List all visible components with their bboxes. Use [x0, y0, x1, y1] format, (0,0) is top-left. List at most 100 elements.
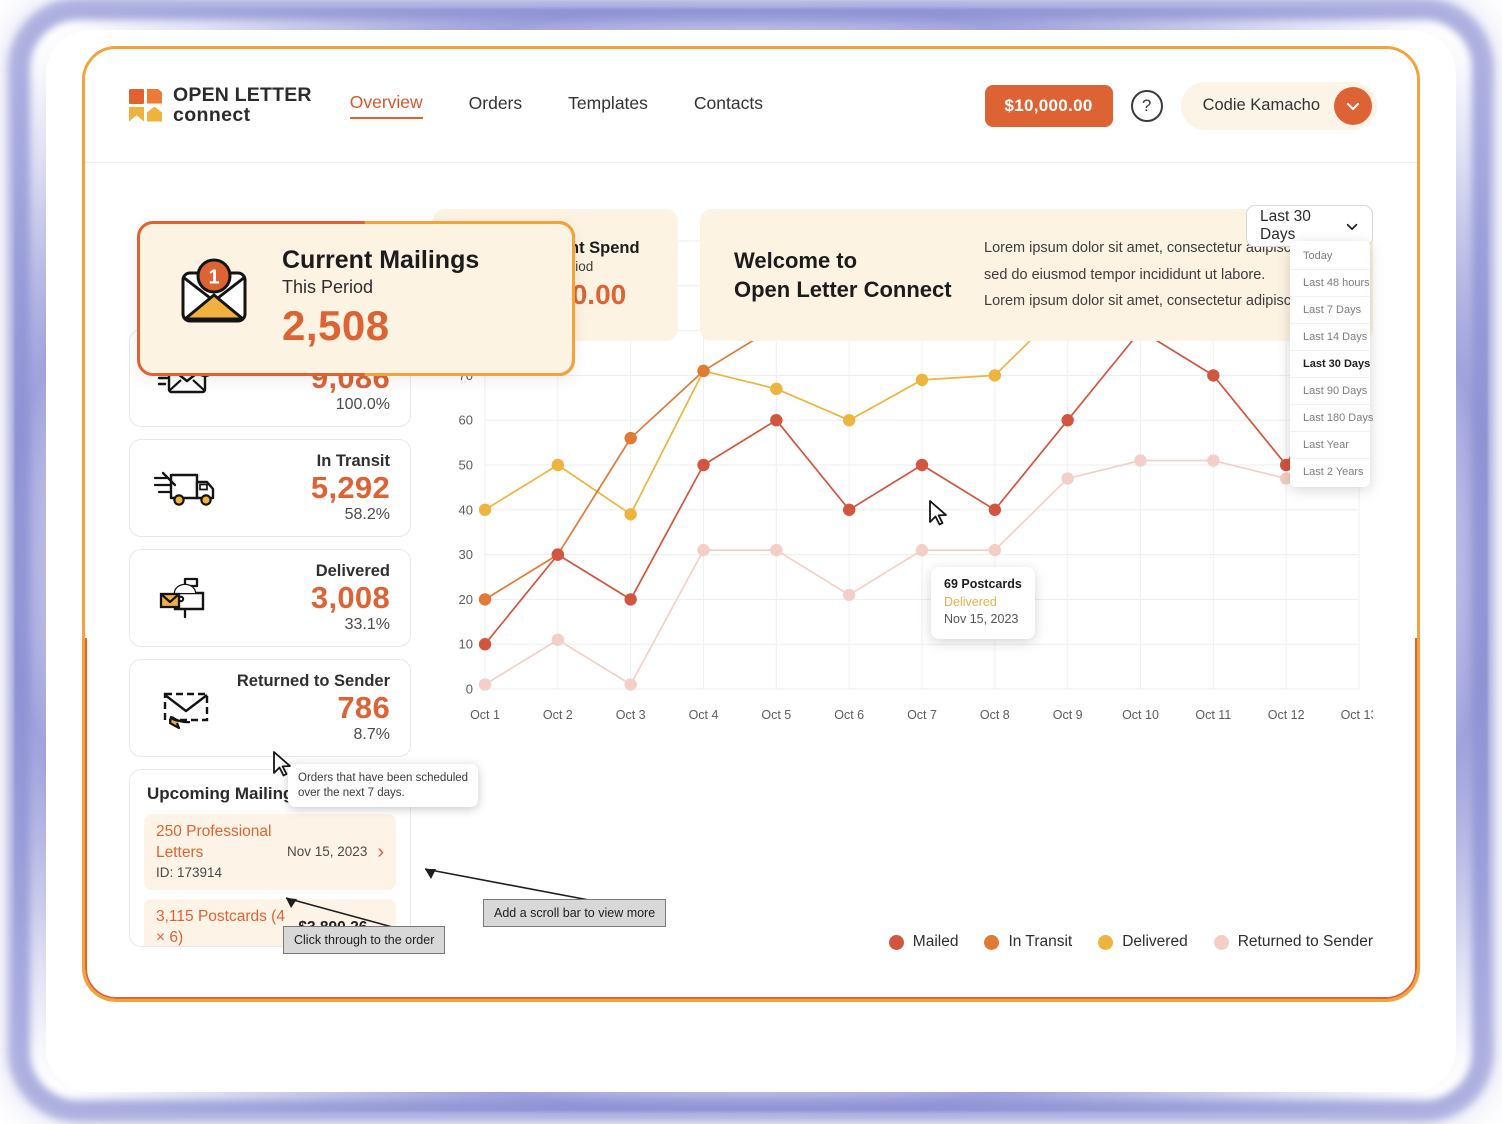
- legend-item-mailed[interactable]: Mailed: [888, 933, 959, 951]
- list-item[interactable]: 250 Professional Letters ID: 173914 Nov …: [144, 814, 396, 891]
- welcome-body-line-2: sed do eiusmod tempor incididunt ut labo…: [984, 266, 1266, 283]
- stat-value: 786: [337, 689, 390, 725]
- welcome-heading: Welcome to Open Letter Connect: [734, 246, 984, 304]
- chart-tooltip: 69 Postcards Delivered Nov 15, 2023: [931, 567, 1035, 639]
- menu-item-90-days[interactable]: Last 90 Days: [1290, 378, 1370, 405]
- stat-percent: 33.1%: [344, 615, 390, 633]
- svg-text:30: 30: [459, 547, 473, 562]
- svg-text:10: 10: [459, 637, 473, 652]
- stat-value: 5,292: [310, 469, 390, 505]
- current-mailings-title: Current Mailings: [282, 246, 480, 275]
- legend-dot-icon: [888, 934, 904, 950]
- svg-text:Oct 7: Oct 7: [907, 708, 937, 722]
- svg-text:Oct 1: Oct 1: [470, 708, 500, 722]
- chevron-right-icon[interactable]: ›: [377, 842, 384, 862]
- envelope-badge-icon: 1: [156, 255, 274, 343]
- chevron-down-icon[interactable]: [1334, 86, 1372, 125]
- stat-value: 3,008: [310, 579, 390, 615]
- menu-item-180-days[interactable]: Last 180 Days: [1290, 405, 1373, 432]
- upcoming-row-main: 250 Professional Letters ID: 173914: [156, 822, 287, 882]
- svg-text:1: 1: [208, 266, 219, 288]
- stat-card-delivered[interactable]: Delivered 3,008 33.1%: [129, 549, 411, 647]
- date-range-menu: Today Last 48 hours Last 7 Days Last 14 …: [1290, 241, 1373, 487]
- upcoming-row-name: 3,115 Postcards (4 × 6): [156, 908, 285, 946]
- welcome-heading-line-2: Open Letter Connect: [734, 277, 952, 302]
- chevron-down-icon: [1346, 223, 1358, 230]
- svg-text:Oct 9: Oct 9: [1053, 708, 1083, 722]
- svg-text:50: 50: [459, 458, 473, 473]
- current-mailings-text: Current Mailings This Period 2,508: [282, 246, 479, 351]
- legend-item-in-transit[interactable]: In Transit: [984, 933, 1072, 951]
- svg-text:Oct 8: Oct 8: [980, 708, 1010, 722]
- return-envelope-icon: [144, 685, 230, 731]
- chart-legend: Mailed In Transit Delivered Returned to …: [888, 933, 1373, 951]
- menu-item-last-2-years[interactable]: Last 2 Years: [1290, 459, 1370, 485]
- help-icon[interactable]: ?: [1130, 89, 1163, 122]
- mouse-cursor-icon: [272, 750, 294, 783]
- legend-item-returned[interactable]: Returned to Sender: [1213, 933, 1373, 951]
- app-window: OPEN LETTER connect Overview Orders Temp…: [82, 46, 1420, 1002]
- menu-item-30-days[interactable]: Last 30 Days: [1290, 351, 1370, 378]
- menu-item-7-days[interactable]: Last 7 Days: [1290, 297, 1370, 324]
- upcoming-row-id: ID: 173914: [156, 864, 223, 880]
- legend-label: Mailed: [912, 933, 959, 950]
- legend-item-delivered[interactable]: Delivered: [1098, 933, 1188, 951]
- svg-text:Oct 2: Oct 2: [543, 708, 573, 722]
- legend-label: In Transit: [1008, 933, 1073, 950]
- current-mailings-subtitle: This Period: [282, 277, 374, 298]
- stat-percent: 100.0%: [335, 395, 390, 413]
- upcoming-row-name: 250 Professional Letters: [156, 823, 272, 861]
- annotation-scrollbar: Add a scroll bar to view more: [483, 899, 667, 927]
- menu-item-last-year[interactable]: Last Year: [1290, 432, 1370, 459]
- welcome-body-line-3: Lorem ipsum dolor sit amet, consectetur …: [984, 293, 1311, 310]
- svg-text:Oct 6: Oct 6: [834, 708, 864, 722]
- svg-text:Oct 12: Oct 12: [1268, 708, 1305, 722]
- user-menu[interactable]: Codie Kamacho: [1180, 81, 1377, 130]
- chart-tooltip-status: Delivered: [944, 594, 997, 609]
- upcoming-row-meta: Nov 15, 2023: [287, 843, 367, 861]
- stat-percent: 8.7%: [353, 725, 390, 743]
- nav-item-contacts[interactable]: Contacts: [694, 93, 763, 118]
- stat-text-returned: Returned to Sender 786 8.7%: [237, 672, 390, 743]
- stat-percent: 58.2%: [344, 505, 390, 523]
- upcoming-row-date: Nov 15, 2023: [287, 843, 368, 859]
- nav-item-orders[interactable]: Orders: [469, 93, 522, 118]
- legend-dot-icon: [1098, 934, 1114, 950]
- nav-item-templates[interactable]: Templates: [568, 93, 648, 118]
- legend-label: Returned to Sender: [1237, 933, 1373, 950]
- welcome-body: Lorem ipsum dolor sit amet, consectetur …: [984, 235, 1337, 314]
- svg-text:Oct 4: Oct 4: [689, 708, 719, 722]
- truck-icon: [144, 464, 230, 512]
- chart-tooltip-date: Nov 15, 2023: [944, 612, 1019, 626]
- svg-text:20: 20: [459, 592, 473, 607]
- legend-dot-icon: [984, 934, 1000, 950]
- upcoming-mailings-tooltip: Orders that have been scheduled over the…: [288, 764, 479, 808]
- nav-item-overview[interactable]: Overview: [349, 92, 423, 119]
- upcoming-mailings-title: Upcoming Mailings: [147, 784, 303, 803]
- menu-item-today[interactable]: Today: [1290, 243, 1370, 270]
- user-name-label: Codie Kamacho: [1202, 96, 1320, 114]
- logo-line-1: OPEN LETTER: [173, 83, 312, 106]
- upcoming-row-main: 3,115 Postcards (4 × 6) ID: 421081: [156, 907, 287, 946]
- welcome-heading-line-1: Welcome to: [734, 247, 858, 273]
- annotation-click-through: Click through to the order: [283, 926, 446, 954]
- date-range-control: Last 30 Days Today Last 48 hours Last 7 …: [1246, 205, 1373, 487]
- menu-item-14-days[interactable]: Last 14 Days: [1290, 324, 1370, 351]
- logo-wordmark: OPEN LETTER connect: [173, 83, 312, 126]
- stat-label: Returned to Sender: [236, 672, 390, 691]
- svg-text:Oct 10: Oct 10: [1122, 708, 1159, 722]
- main-nav: Overview Orders Templates Contacts: [349, 92, 763, 119]
- menu-item-48-hours[interactable]: Last 48 hours: [1290, 270, 1370, 297]
- mailbox-icon: [144, 573, 230, 623]
- current-mailings-card[interactable]: 1 Current Mailings This Period 2,508: [137, 221, 575, 376]
- stat-text-delivered: Delivered 3,008 33.1%: [311, 562, 390, 633]
- stat-card-in-transit[interactable]: In Transit 5,292 58.2%: [129, 439, 411, 537]
- app-logo[interactable]: OPEN LETTER connect: [129, 83, 312, 126]
- stat-card-returned[interactable]: Returned to Sender 786 8.7%: [129, 659, 411, 757]
- stat-label: Delivered: [315, 562, 390, 581]
- legend-label: Delivered: [1122, 933, 1188, 950]
- tooltip-line-2: over the next 7 days.: [298, 786, 405, 799]
- legend-dot-icon: [1213, 934, 1229, 950]
- current-mailings-value: 2,508: [282, 302, 390, 350]
- account-balance-button[interactable]: $10,000.00: [984, 84, 1113, 127]
